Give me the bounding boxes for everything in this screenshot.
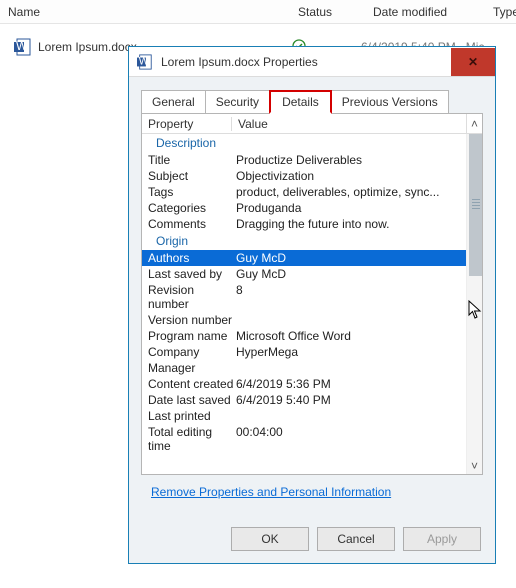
header-status[interactable]: Status (290, 5, 365, 19)
tab-strip: General Security Details Previous Versio… (141, 89, 495, 113)
svg-text:W: W (139, 55, 150, 67)
col-property[interactable]: Property (142, 117, 232, 131)
close-icon: ✕ (468, 55, 478, 69)
tab-general[interactable]: General (141, 90, 206, 114)
prop-row-selected: AuthorsGuy McD (142, 250, 466, 266)
prop-row: CategoriesProduganda (142, 200, 466, 216)
prop-row: Revision number8 (142, 282, 466, 312)
property-columns-header: Property Value ˄ (142, 114, 482, 134)
apply-button: Apply (403, 527, 481, 551)
prop-row: CommentsDragging the future into now. (142, 216, 466, 232)
prop-row: Content created6/4/2019 5:36 PM (142, 376, 466, 392)
word-doc-icon: W (14, 38, 32, 56)
close-button[interactable]: ✕ (451, 48, 495, 76)
scrollbar-track[interactable] (467, 134, 482, 458)
header-type[interactable]: Type (485, 5, 516, 19)
prop-row: Version number (142, 312, 466, 328)
prop-row: Manager (142, 360, 466, 376)
details-pane: Property Value ˄ Description TitleProduc… (141, 113, 483, 475)
word-doc-icon: W (137, 54, 153, 70)
tab-previous-versions[interactable]: Previous Versions (331, 90, 449, 114)
ok-button[interactable]: OK (231, 527, 309, 551)
col-value[interactable]: Value (232, 117, 466, 131)
prop-row: Date last saved6/4/2019 5:40 PM (142, 392, 466, 408)
header-date[interactable]: Date modified (365, 5, 485, 19)
prop-row: Last printed (142, 408, 466, 424)
cancel-button[interactable]: Cancel (317, 527, 395, 551)
dialog-buttons: OK Cancel Apply (231, 527, 481, 551)
titlebar[interactable]: W Lorem Ipsum.docx Properties ✕ (129, 47, 495, 77)
filelist-header: Name Status Date modified Type (0, 0, 516, 24)
section-description: Description (142, 134, 466, 152)
prop-row: Last saved byGuy McD (142, 266, 466, 282)
scroll-up-button[interactable]: ˄ (466, 114, 482, 133)
prop-row: Program nameMicrosoft Office Word (142, 328, 466, 344)
chevron-up-icon: ˄ (471, 117, 478, 131)
remove-properties-link[interactable]: Remove Properties and Personal Informati… (151, 485, 391, 499)
vertical-scrollbar[interactable]: ˅ (466, 134, 482, 474)
property-list[interactable]: Description TitleProductize Deliverables… (142, 134, 466, 474)
header-name[interactable]: Name (0, 5, 290, 19)
prop-row: Tagsproduct, deliverables, optimize, syn… (142, 184, 466, 200)
tab-security[interactable]: Security (205, 90, 270, 114)
dialog-title: Lorem Ipsum.docx Properties (161, 55, 451, 69)
chevron-down-icon: ˅ (471, 459, 478, 473)
remove-properties-link-row: Remove Properties and Personal Informati… (151, 485, 495, 499)
tab-details[interactable]: Details (269, 90, 332, 114)
svg-text:W: W (16, 39, 28, 53)
scrollbar-thumb[interactable] (469, 134, 482, 276)
section-origin: Origin (142, 232, 466, 250)
prop-row: CompanyHyperMega (142, 344, 466, 360)
scroll-down-button[interactable]: ˅ (467, 458, 482, 474)
prop-row: SubjectObjectivization (142, 168, 466, 184)
prop-row: TitleProductize Deliverables (142, 152, 466, 168)
properties-dialog: W Lorem Ipsum.docx Properties ✕ General … (128, 46, 496, 564)
prop-row: Total editing time00:04:00 (142, 424, 466, 454)
